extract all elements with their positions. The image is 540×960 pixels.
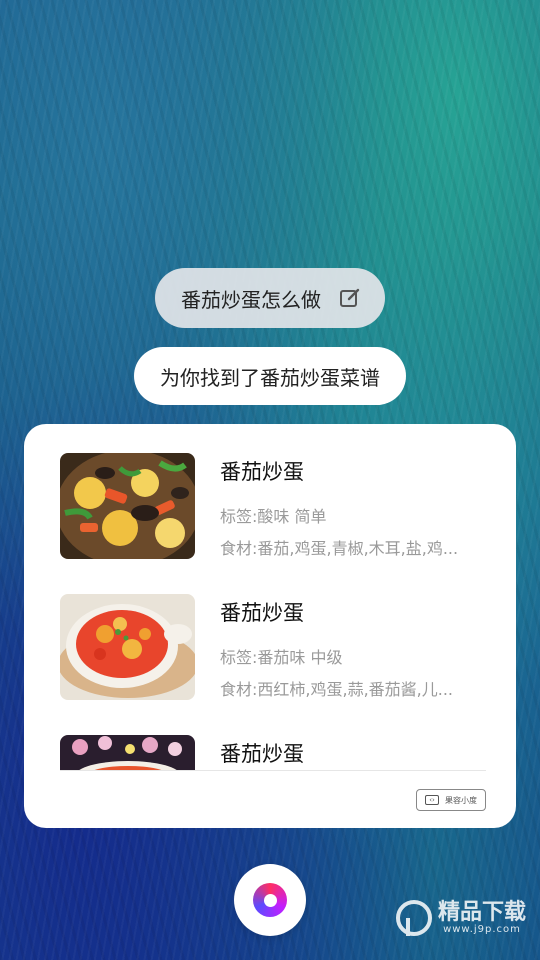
query-bubble[interactable]: 番茄炒蛋怎么做 (155, 268, 385, 328)
recipe-item[interactable]: 番茄炒蛋 标签:番茄味 中级 食材:西红柿,鸡蛋,蒜,番茄酱,儿... (60, 565, 490, 700)
edit-icon[interactable] (339, 287, 361, 309)
recipe-card: 番茄炒蛋 标签:酸味 简单 食材:番茄,鸡蛋,青椒,木耳,盐,鸡... 番茄炒蛋… (24, 424, 516, 828)
voice-mic-button[interactable] (234, 864, 306, 936)
brand-badge: ‹› 果容小度 (416, 789, 486, 811)
recipe-ingredients: 食材:番茄,鸡蛋,青椒,木耳,盐,鸡... (220, 539, 459, 558)
recipe-list[interactable]: 番茄炒蛋 标签:酸味 简单 食材:番茄,鸡蛋,青椒,木耳,盐,鸡... 番茄炒蛋… (24, 424, 516, 770)
query-text: 番茄炒蛋怎么做 (181, 287, 321, 312)
reply-text: 为你找到了番茄炒蛋菜谱 (160, 365, 380, 390)
recipe-item[interactable]: 番茄炒蛋 (60, 706, 490, 770)
card-divider (60, 770, 486, 771)
recipe-tags: 标签:酸味 简单 (220, 507, 327, 526)
recipe-thumbnail (60, 735, 195, 770)
recipe-title: 番茄炒蛋 (220, 742, 304, 766)
watermark-url: www.j9p.com (443, 923, 521, 935)
watermark-name: 精品下载 (437, 899, 526, 925)
recipe-title: 番茄炒蛋 (220, 460, 304, 484)
recipe-title: 番茄炒蛋 (220, 601, 304, 625)
recipe-tags: 标签:番茄味 中级 (220, 648, 343, 667)
mic-icon (253, 883, 287, 917)
watermark-logo-icon (395, 900, 432, 936)
reply-bubble: 为你找到了番茄炒蛋菜谱 (134, 347, 406, 405)
watermark: 精品下载 www.j9p.com (395, 899, 526, 936)
recipe-item[interactable]: 番茄炒蛋 标签:酸味 简单 食材:番茄,鸡蛋,青椒,木耳,盐,鸡... (60, 424, 490, 559)
recipe-thumbnail (60, 453, 195, 559)
brand-badge-text: 果容小度 (445, 795, 477, 805)
recipe-thumbnail (60, 594, 195, 700)
recipe-ingredients: 食材:西红柿,鸡蛋,蒜,番茄酱,儿... (220, 680, 453, 699)
brand-icon: ‹› (425, 795, 439, 805)
